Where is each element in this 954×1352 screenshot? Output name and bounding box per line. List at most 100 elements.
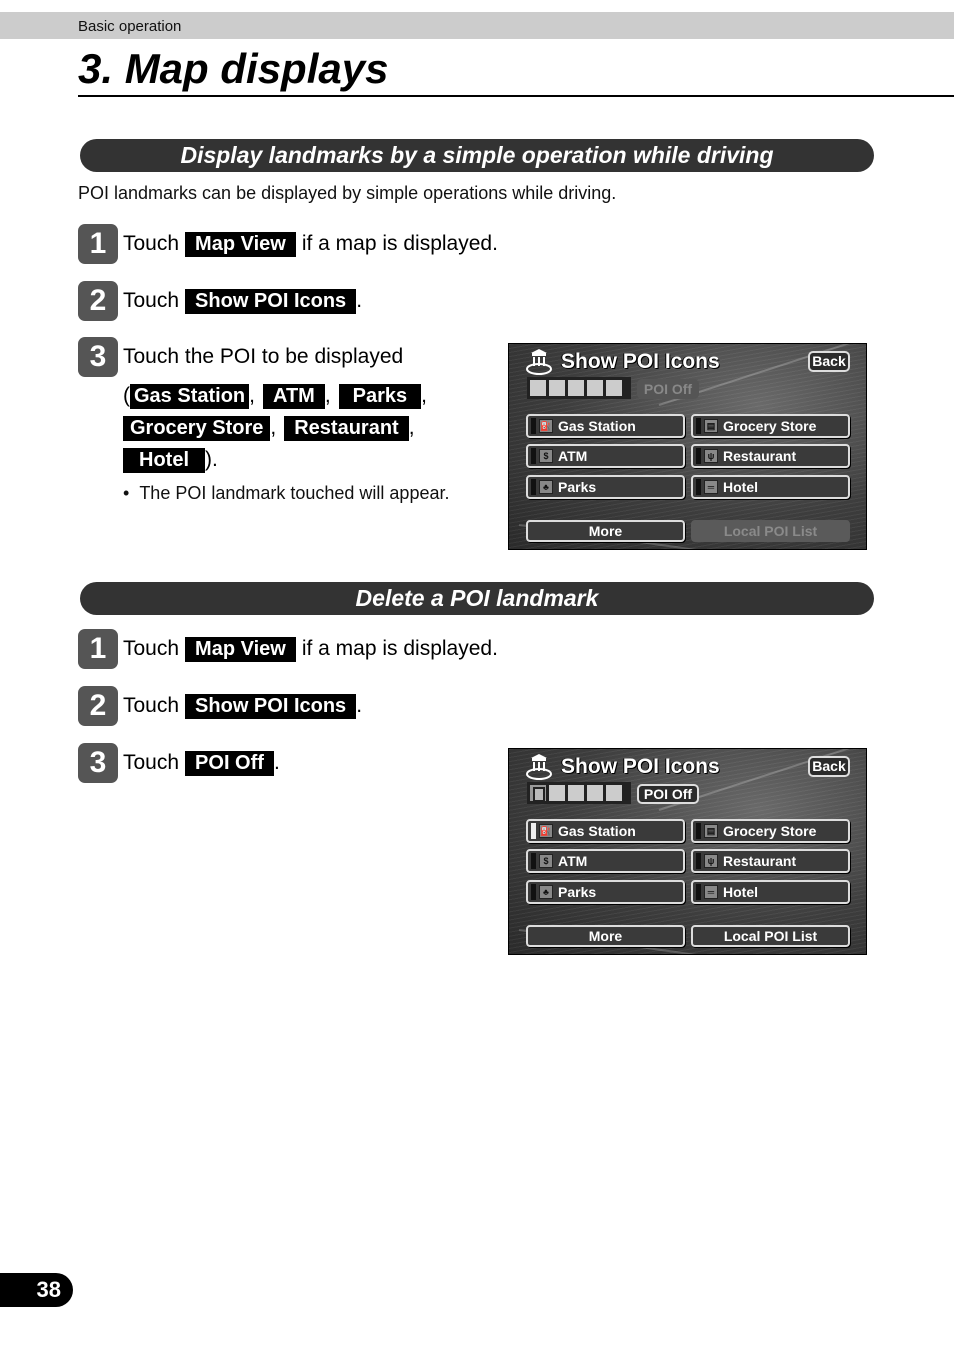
step-1: 1 Touch Map View if a map is displayed.	[78, 224, 498, 264]
restaurant-button[interactable]: ψ Restaurant	[691, 849, 850, 873]
grocery-store-button[interactable]: ▤ Grocery Store	[691, 819, 850, 843]
selection-indicator	[696, 479, 701, 495]
step-number-badge: 3	[78, 337, 118, 377]
fork-knife-icon: ψ	[704, 449, 718, 463]
title-rule	[78, 95, 954, 97]
button-label: Parks	[558, 884, 597, 900]
hotel-button[interactable]: ═ Hotel	[691, 880, 850, 904]
show-poi-icons-key: Show POI Icons	[185, 693, 357, 719]
section-heading-delete-poi: Delete a POI landmark	[80, 582, 874, 615]
step-text: .	[273, 751, 280, 774]
poi-temple-icon	[526, 754, 552, 780]
gas-station-button[interactable]: ⛽ Gas Station	[526, 819, 685, 843]
grocery-store-button[interactable]: ▤ Grocery Store	[691, 414, 850, 438]
poi-options-line-2: Grocery Store , Restaurant ,	[123, 414, 415, 442]
poi-slot	[568, 785, 584, 801]
button-label: Gas Station	[558, 418, 636, 434]
selection-indicator	[531, 884, 536, 900]
page-title: 3. Map displays	[78, 45, 389, 92]
button-label: Grocery Store	[723, 418, 817, 434]
screen-title-text: Show POI Icons	[561, 755, 720, 778]
poi-options-line-3: Hotel ).	[123, 446, 218, 474]
poi-off-button[interactable]: POI Off	[637, 379, 699, 399]
more-button[interactable]: More	[526, 520, 685, 542]
poi-slot	[549, 380, 565, 396]
poi-slot	[587, 380, 603, 396]
parks-button[interactable]: ♣ Parks	[526, 475, 685, 499]
fork-knife-icon: ψ	[704, 854, 718, 868]
step-text: if a map is displayed.	[301, 232, 498, 255]
poi-slot	[606, 380, 622, 396]
comma: ,	[421, 384, 428, 407]
poi-slot-gas-pump-icon	[530, 785, 546, 802]
poi-slots	[527, 377, 631, 399]
comma: ,	[249, 384, 255, 407]
parks-button[interactable]: ♣ Parks	[526, 880, 685, 904]
note: • The POI landmark touched will appear.	[123, 483, 449, 504]
button-label: Restaurant	[723, 853, 797, 869]
selection-indicator	[696, 884, 701, 900]
section-heading-display-landmarks: Display landmarks by a simple operation …	[80, 139, 874, 172]
poi-off-key: POI Off	[185, 750, 274, 776]
paren: ).	[205, 448, 218, 471]
button-label: Parks	[558, 479, 597, 495]
comma: ,	[324, 384, 331, 407]
step-text: .	[356, 694, 363, 717]
shopping-cart-icon: ▤	[704, 419, 718, 433]
step-text: Touch	[123, 289, 180, 312]
map-view-key: Map View	[185, 636, 296, 662]
selection-indicator	[696, 418, 701, 434]
step-number-badge: 2	[78, 281, 118, 321]
local-poi-list-button[interactable]: Local POI List	[691, 925, 850, 947]
more-button[interactable]: More	[526, 925, 685, 947]
step-2: 2 Touch Show POI Icons .	[78, 281, 362, 321]
button-label: Hotel	[723, 884, 758, 900]
note-text: The POI landmark touched will appear.	[139, 483, 450, 503]
selection-indicator	[531, 853, 536, 869]
hotel-button[interactable]: ═ Hotel	[691, 475, 850, 499]
atm-key: ATM	[262, 383, 325, 409]
selection-indicator	[696, 853, 701, 869]
step-number-badge: 1	[78, 629, 118, 669]
step-number-badge: 1	[78, 224, 118, 264]
step-text: if a map is displayed.	[301, 637, 498, 660]
atm-icon: $	[539, 854, 553, 868]
screen-title: Show POI Icons	[525, 348, 720, 376]
gas-pump-icon: ⛽	[539, 419, 553, 433]
button-label: ATM	[558, 448, 588, 464]
step-number-badge: 2	[78, 686, 118, 726]
local-poi-list-button[interactable]: Local POI List	[691, 520, 850, 542]
gas-station-button[interactable]: ⛽ Gas Station	[526, 414, 685, 438]
poi-options-line-1: ( Gas Station , ATM , Parks ,	[123, 382, 427, 410]
hotel-key: Hotel	[123, 447, 205, 473]
page-number: 38	[0, 1273, 73, 1307]
back-button[interactable]: Back	[808, 351, 850, 372]
tree-icon: ♣	[539, 885, 553, 899]
step-number-badge: 3	[78, 743, 118, 783]
step-text: Touch	[123, 694, 180, 717]
shopping-cart-icon: ▤	[704, 824, 718, 838]
button-label: ATM	[558, 853, 588, 869]
section-intro: POI landmarks can be displayed by simple…	[78, 183, 617, 203]
poi-slot	[606, 785, 622, 801]
restaurant-button[interactable]: ψ Restaurant	[691, 444, 850, 468]
atm-button[interactable]: $ ATM	[526, 849, 685, 873]
map-view-key: Map View	[185, 231, 296, 257]
parks-key: Parks	[338, 383, 422, 409]
button-label: Restaurant	[723, 448, 797, 464]
step-3: 3 Touch the POI to be displayed	[78, 337, 403, 377]
running-header: Basic operation	[0, 12, 954, 39]
step-text: Touch	[123, 637, 180, 660]
screen-show-poi-icons: Show POI Icons Back POI Off ⛽ Gas Station…	[508, 343, 867, 550]
show-poi-icons-key: Show POI Icons	[185, 288, 357, 314]
gas-pump-icon: ⛽	[539, 824, 553, 838]
atm-button[interactable]: $ ATM	[526, 444, 685, 468]
step-text: Touch	[123, 751, 180, 774]
poi-off-button[interactable]: POI Off	[637, 784, 699, 804]
comma: ,	[270, 416, 277, 439]
poi-slot	[530, 380, 546, 396]
poi-slot	[587, 785, 603, 801]
selection-indicator	[531, 823, 536, 839]
selection-indicator	[531, 418, 536, 434]
back-button[interactable]: Back	[808, 756, 850, 777]
